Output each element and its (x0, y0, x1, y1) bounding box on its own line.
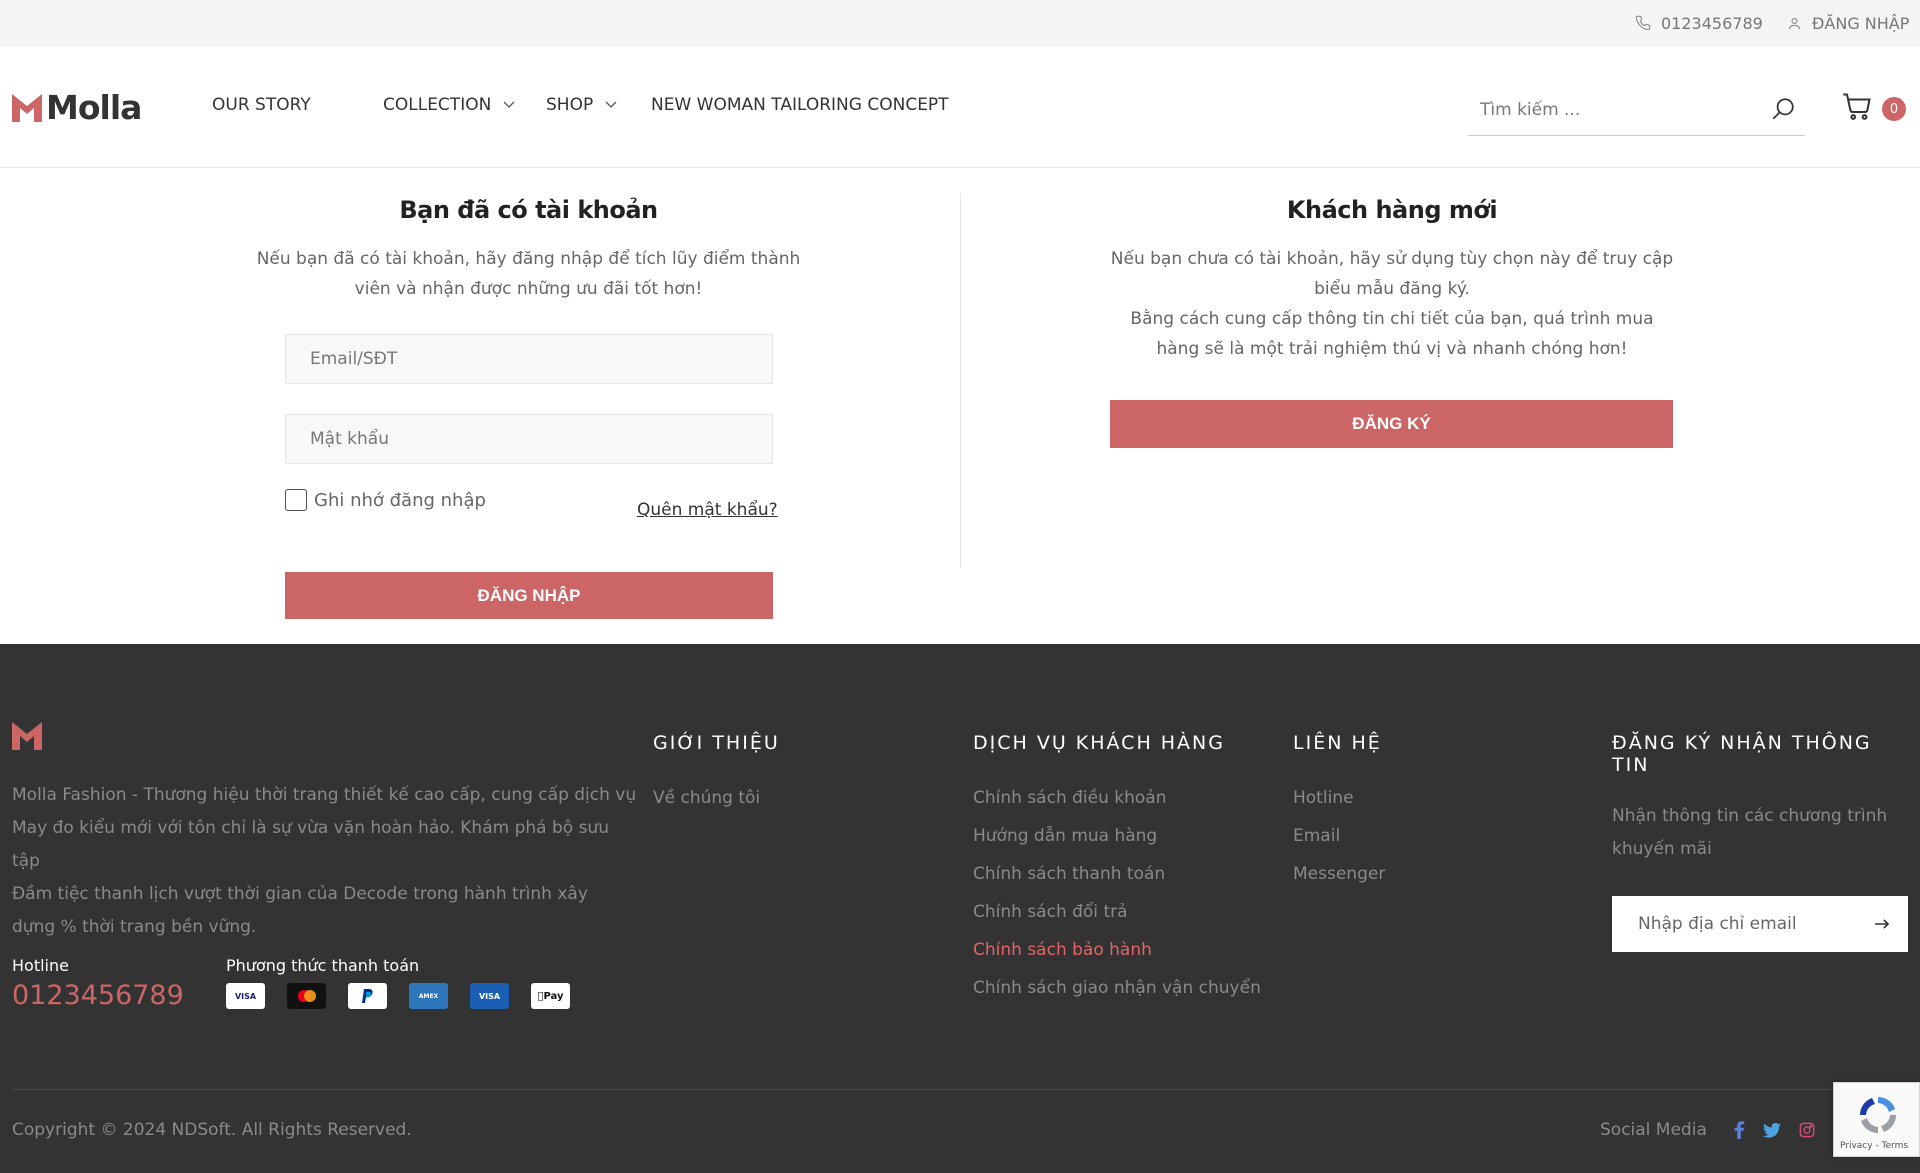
remember-me[interactable]: Ghi nhớ đăng nhập (285, 489, 486, 511)
search-input[interactable] (1468, 86, 1758, 134)
footer-subscribe-desc-line2: khuyến mãi (1612, 839, 1712, 859)
login-submit-button[interactable]: ĐĂNG NHẬP (285, 572, 773, 619)
register-desc-line1: Nếu bạn chưa có tài khoản, hãy sử dụng t… (1110, 249, 1674, 269)
footer-divider (12, 1089, 1908, 1090)
top-bar: 0123456789 ĐĂNG NHẬP (0, 0, 1920, 46)
phone-icon (1635, 15, 1651, 31)
footer-about: Molla Fashion - Thương hiệu thời trang t… (12, 779, 642, 944)
footer-service-heading: DỊCH VỤ KHÁCH HÀNG (973, 732, 1225, 754)
footer-link-email[interactable]: Email (1293, 817, 1385, 855)
footer-link-warranty-policy[interactable]: Chính sách bảo hành (973, 931, 1261, 969)
column-divider (960, 193, 961, 568)
newsletter-email-input[interactable] (1612, 896, 1852, 952)
topbar-login-text: ĐĂNG NHẬP (1812, 13, 1910, 33)
footer: Molla Fashion - Thương hiệu thời trang t… (0, 644, 1920, 1173)
topbar-login-link[interactable]: ĐĂNG NHẬP (1787, 0, 1909, 46)
header: Molla OUR STORY COLLECTION SHOP NEW WOMA… (0, 46, 1920, 168)
footer-link-return-policy[interactable]: Chính sách đổi trả (973, 893, 1261, 931)
footer-link-about-us[interactable]: Về chúng tôi (653, 779, 760, 817)
footer-link-messenger[interactable]: Messenger (1293, 855, 1385, 893)
login-desc-line1: Nếu bạn đã có tài khoản, hãy đăng nhập đ… (256, 249, 801, 269)
footer-about-line2: May đo kiểu mới với tôn chỉ là sự vừa vặ… (12, 818, 609, 871)
footer-subscribe-description: Nhận thông tin các chương trình khuyến m… (1612, 800, 1912, 866)
register-button[interactable]: ĐĂNG KÝ (1110, 400, 1673, 448)
footer-subscribe-heading-line2: TIN (1612, 754, 1650, 776)
user-icon (1788, 17, 1801, 29)
forgot-password-link[interactable]: Quên mật khẩu? (637, 500, 778, 520)
footer-about-line4: dựng % thời trang bền vững. (12, 917, 257, 937)
nav-collection[interactable]: COLLECTION (383, 95, 515, 115)
newsletter-form (1612, 896, 1908, 952)
footer-contact-list: Hotline Email Messenger (1293, 779, 1385, 893)
footer-contact-heading: LIÊN HỆ (1293, 732, 1382, 754)
nav-label: COLLECTION (383, 95, 492, 115)
register-title: Khách hàng mới (1286, 196, 1498, 224)
instagram-icon[interactable] (1799, 1122, 1815, 1138)
search-box (1468, 86, 1805, 136)
footer-logo-icon[interactable] (12, 722, 42, 750)
register-desc-line3: Bằng cách cung cấp thông tin chi tiết củ… (1130, 309, 1654, 329)
footer-hotline-number[interactable]: 0123456789 (12, 980, 184, 1011)
search-icon[interactable] (1770, 96, 1796, 122)
logo-text: Molla (46, 88, 142, 127)
password-field (285, 414, 773, 464)
payment-methods: VISA AMEX VISA Pay (226, 983, 570, 1009)
footer-link-shipping-policy[interactable]: Chính sách giao nhận vận chuyển (973, 969, 1261, 1007)
molla-logo-icon (12, 93, 42, 122)
register-desc-line4: hàng sẽ là một trải nghiệm thú vị và nha… (1156, 339, 1628, 359)
email-input[interactable] (286, 335, 772, 383)
paypal-icon (348, 983, 387, 1009)
topbar-phone-text: 0123456789 (1661, 13, 1763, 33)
footer-subscribe-desc-line1: Nhận thông tin các chương trình (1612, 806, 1888, 826)
mastercard-icon (287, 983, 326, 1009)
recaptcha-badge[interactable]: Privacy - Terms (1833, 1082, 1920, 1157)
footer-link-terms[interactable]: Chính sách điều khoản (973, 779, 1261, 817)
logo[interactable]: Molla (12, 88, 142, 127)
apple-pay-icon: Pay (531, 983, 570, 1009)
register-description: Nếu bạn chưa có tài khoản, hãy sử dụng t… (962, 244, 1822, 364)
social-media-label: Social Media (1600, 1120, 1707, 1140)
visa-electron-icon: VISA (470, 983, 509, 1009)
footer-hotline-label: Hotline (12, 956, 69, 975)
footer-intro-list: Về chúng tôi (653, 779, 760, 817)
footer-payment-label: Phương thức thanh toán (226, 956, 420, 975)
nav-shop[interactable]: SHOP (546, 95, 617, 115)
login-description: Nếu bạn đã có tài khoản, hãy đăng nhập đ… (0, 244, 1057, 304)
footer-subscribe-heading: ĐĂNG KÝ NHẬN THÔNG TIN (1612, 732, 1872, 776)
footer-subscribe-heading-line1: ĐĂNG KÝ NHẬN THÔNG (1612, 732, 1872, 754)
nav-new-woman-tailoring[interactable]: NEW WOMAN TAILORING CONCEPT (651, 95, 949, 115)
cart-icon[interactable] (1842, 92, 1872, 122)
visa-card-icon: VISA (226, 983, 265, 1009)
email-field (285, 334, 773, 384)
footer-link-payment-policy[interactable]: Chính sách thanh toán (973, 855, 1261, 893)
footer-about-line1: Molla Fashion - Thương hiệu thời trang t… (12, 785, 637, 805)
copyright-text: Copyright © 2024 NDSoft. All Rights Rese… (12, 1120, 412, 1140)
footer-link-buying-guide[interactable]: Hướng dẫn mua hàng (973, 817, 1261, 855)
recaptcha-icon (1860, 1097, 1896, 1133)
nav-our-story[interactable]: OUR STORY (212, 95, 311, 115)
recaptcha-text[interactable]: Privacy - Terms (1840, 1141, 1908, 1151)
password-input[interactable] (286, 415, 772, 463)
arrow-right-icon[interactable] (1872, 914, 1892, 934)
nav-label: SHOP (546, 95, 594, 115)
login-title: Bạn đã có tài khoản (399, 196, 658, 224)
nav-label: NEW WOMAN TAILORING CONCEPT (651, 95, 949, 115)
footer-about-line3: Đầm tiệc thanh lịch vượt thời gian của D… (12, 884, 588, 904)
chevron-down-icon (503, 101, 515, 108)
cart-count-badge: 0 (1882, 97, 1906, 121)
facebook-icon[interactable] (1733, 1121, 1745, 1139)
remember-checkbox[interactable] (285, 489, 307, 511)
amex-icon: AMEX (409, 983, 448, 1009)
footer-intro-heading: GIỚI THIỆU (653, 732, 780, 754)
nav-label: OUR STORY (212, 95, 311, 115)
footer-link-hotline[interactable]: Hotline (1293, 779, 1385, 817)
footer-service-list: Chính sách điều khoản Hướng dẫn mua hàng… (973, 779, 1261, 1007)
login-desc-line2: viên và nhận được những ưu đãi tốt hơn! (354, 279, 703, 299)
topbar-phone[interactable]: 0123456789 (1635, 0, 1763, 46)
chevron-down-icon (605, 101, 617, 108)
remember-label: Ghi nhớ đăng nhập (314, 489, 486, 511)
twitter-icon[interactable] (1763, 1122, 1781, 1138)
register-desc-line2: biểu mẫu đăng ký. (1314, 279, 1470, 299)
